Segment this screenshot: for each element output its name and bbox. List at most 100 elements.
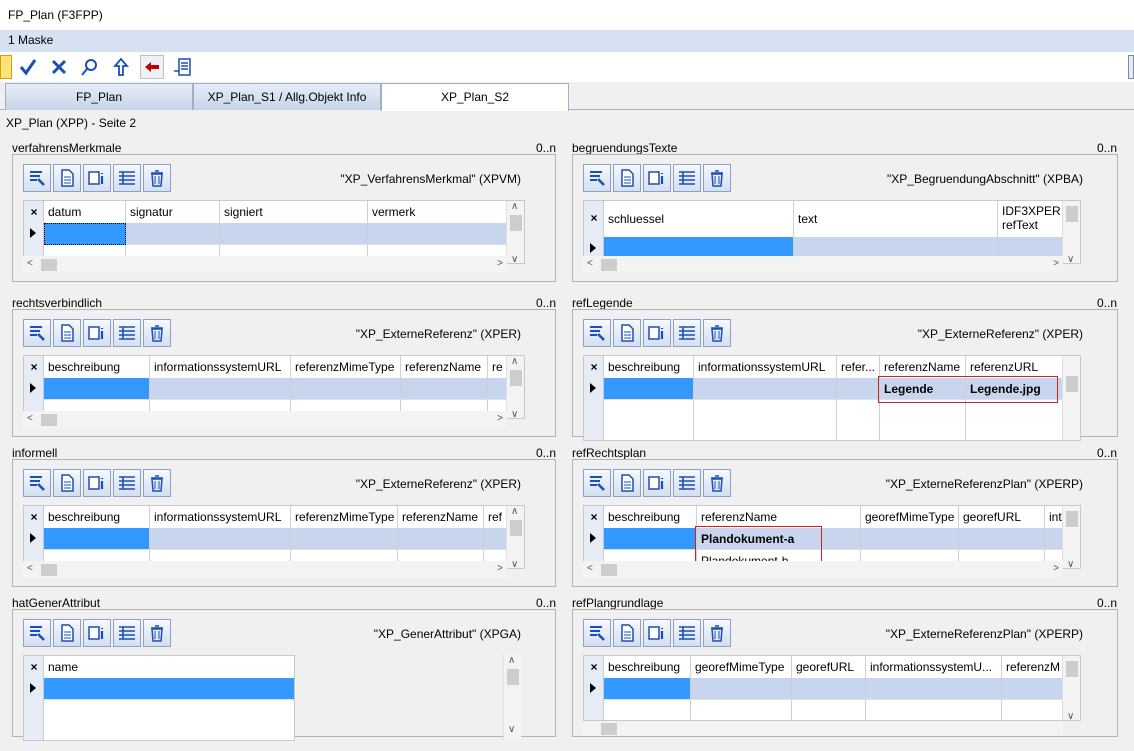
table-cell[interactable] [604,678,691,700]
trash-icon[interactable] [703,469,731,497]
data-grid[interactable]: × beschreibung informationssystemURL ref… [583,355,1081,441]
table-cell[interactable] [837,400,880,440]
column-header[interactable]: referenzName [880,356,966,378]
scroll-thumb[interactable] [1066,511,1078,527]
scroll-left-icon[interactable]: < [27,413,33,424]
trash-icon[interactable] [703,619,731,647]
tab-xp-plan-s1[interactable]: XP_Plan_S1 / Allg.Objekt Info [193,83,381,110]
red-back-arrow-icon[interactable] [140,55,164,79]
table-view-icon[interactable] [673,164,701,192]
table-view-icon[interactable] [673,469,701,497]
details-info-icon[interactable] [83,619,111,647]
data-grid[interactable]: × beschreibung referenzName georefMimeTy… [583,505,1081,569]
table-cell[interactable] [959,528,1045,550]
table-view-icon[interactable] [673,619,701,647]
column-header[interactable]: name [44,656,294,678]
checkmark-icon[interactable] [16,55,40,79]
horizontal-scrollbar[interactable]: < > [23,561,507,579]
column-header[interactable]: schluessel [604,201,794,237]
column-header[interactable]: signatur [126,201,220,223]
table-cell[interactable] [398,528,484,550]
scroll-right-icon[interactable]: > [1053,258,1059,269]
table-cell[interactable] [966,400,1064,440]
column-header[interactable]: georefMimeType [861,506,959,528]
table-cell[interactable] [150,378,291,400]
trash-icon[interactable] [143,469,171,497]
scroll-left-icon[interactable]: < [27,258,33,269]
details-info-icon[interactable] [643,469,671,497]
scroll-right-icon[interactable]: > [497,563,503,574]
column-header[interactable]: beschreibung [44,506,150,528]
table-cell[interactable] [44,700,294,740]
table-cell[interactable] [880,400,966,440]
column-header[interactable]: georefMimeType [691,656,792,678]
horizontal-scrollbar[interactable]: < > [23,256,507,274]
horizontal-scrollbar[interactable]: < > [583,561,1063,579]
horizontal-scrollbar[interactable]: < > [583,256,1063,274]
tab-fp-plan[interactable]: FP_Plan [5,83,193,110]
tab-xp-plan-s2[interactable]: XP_Plan_S2 [381,83,569,111]
column-header[interactable]: beschreibung [44,356,150,378]
document-icon[interactable] [53,319,81,347]
horizontal-scrollbar[interactable]: < > [23,411,507,429]
table-cell[interactable] [837,378,880,400]
table-cell[interactable] [44,378,150,400]
yellow-arrow-icon[interactable] [0,55,12,79]
column-header[interactable]: georefURL [792,656,866,678]
column-header[interactable]: informationssystemURL [150,506,291,528]
vertical-scrollbar[interactable]: ∧ ∨ [503,655,521,741]
scroll-right-icon[interactable]: > [497,258,503,269]
data-grid[interactable]: × beschreibung informationssystemURL ref… [23,505,525,569]
column-header[interactable]: referenzURL [966,356,1064,378]
filter-icon[interactable] [23,319,51,347]
column-header[interactable]: referenzName [697,506,861,528]
column-header[interactable]: signiert [220,201,368,223]
export-list-icon[interactable] [171,55,195,79]
scroll-down-icon[interactable]: ∨ [508,724,515,735]
data-grid[interactable]: × name [23,655,295,741]
document-icon[interactable] [53,469,81,497]
table-cell[interactable] [44,528,150,550]
filter-icon[interactable] [583,619,611,647]
table-view-icon[interactable] [113,619,141,647]
menu-item-maske[interactable]: 1 Maske [8,33,53,47]
table-cell[interactable] [792,700,866,720]
scroll-thumb[interactable] [507,669,519,685]
table-view-icon[interactable] [673,319,701,347]
details-info-icon[interactable] [83,469,111,497]
table-cell[interactable] [694,378,837,400]
column-header[interactable]: informationssystemU... [866,656,1002,678]
table-cell[interactable] [604,237,794,257]
scroll-thumb[interactable] [510,215,522,231]
column-header[interactable]: informationssystemURL [694,356,837,378]
data-grid[interactable]: × beschreibung georefMimeType georefURL … [583,655,1081,721]
close-x-icon[interactable]: × [584,201,604,235]
scroll-down-icon[interactable]: ∨ [1067,559,1074,568]
scroll-left-icon[interactable]: < [587,258,593,269]
scroll-thumb[interactable] [510,370,522,386]
table-cell[interactable] [484,528,508,550]
column-header[interactable]: referenzMimeType [291,506,398,528]
scroll-down-icon[interactable]: ∨ [511,254,518,263]
document-icon[interactable] [613,469,641,497]
horizontal-scrollbar[interactable] [583,722,1063,736]
data-grid[interactable]: × datum signatur signiert vermerk ∧ ∨ [23,200,525,264]
cancel-x-icon[interactable] [47,55,71,79]
scroll-up-icon[interactable]: ∧ [511,201,518,212]
table-cell[interactable] [126,223,220,245]
vertical-scrollbar[interactable]: ∧ ∨ [506,506,524,568]
vertical-scrollbar[interactable]: ∨ [1062,201,1080,263]
scroll-thumb[interactable] [601,564,617,576]
table-view-icon[interactable] [113,164,141,192]
scroll-thumb[interactable] [41,564,57,576]
table-cell[interactable] [861,528,959,550]
scroll-thumb[interactable] [1066,206,1078,222]
table-cell[interactable] [44,678,294,700]
table-cell[interactable] [792,678,866,700]
table-cell[interactable] [691,678,792,700]
column-header[interactable]: georefURL [959,506,1045,528]
scroll-left-icon[interactable]: < [587,563,593,574]
scroll-left-icon[interactable]: < [27,563,33,574]
table-cell[interactable] [44,223,126,245]
search-map-icon[interactable] [78,55,102,79]
